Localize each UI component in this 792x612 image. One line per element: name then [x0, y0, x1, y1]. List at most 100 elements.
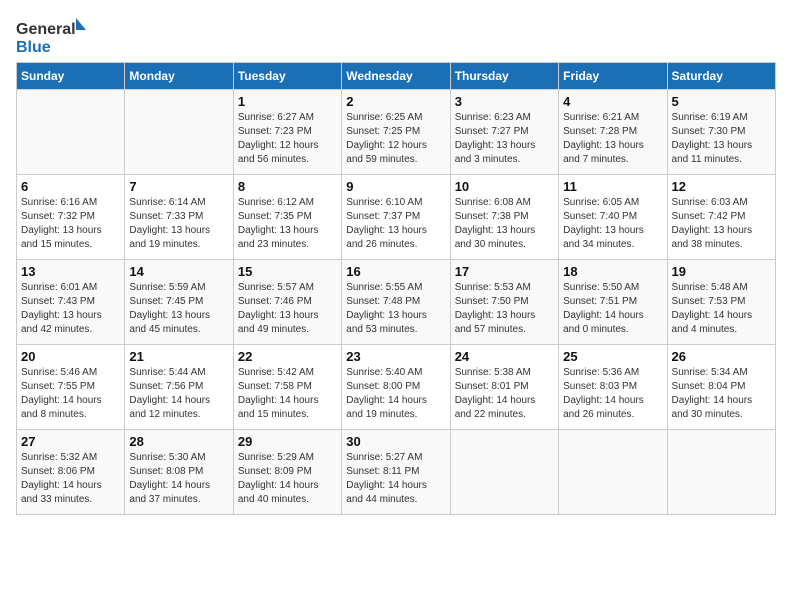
day-info: Sunrise: 5:42 AMSunset: 7:58 PMDaylight:… — [238, 366, 337, 422]
day-number: 29 — [238, 434, 337, 449]
day-info: Sunrise: 6:19 AMSunset: 7:30 PMDaylight:… — [672, 111, 771, 167]
day-number: 8 — [238, 179, 337, 194]
day-number: 7 — [129, 179, 228, 194]
calendar-cell: 25Sunrise: 5:36 AMSunset: 8:03 PMDayligh… — [559, 345, 667, 430]
day-info: Sunrise: 6:12 AMSunset: 7:35 PMDaylight:… — [238, 196, 337, 252]
day-number: 21 — [129, 349, 228, 364]
calendar-cell — [667, 430, 775, 515]
day-number: 24 — [455, 349, 554, 364]
day-number: 26 — [672, 349, 771, 364]
col-header-friday: Friday — [559, 63, 667, 90]
day-number: 23 — [346, 349, 445, 364]
day-number: 15 — [238, 264, 337, 279]
day-number: 12 — [672, 179, 771, 194]
calendar-cell: 9Sunrise: 6:10 AMSunset: 7:37 PMDaylight… — [342, 175, 450, 260]
day-number: 18 — [563, 264, 662, 279]
col-header-wednesday: Wednesday — [342, 63, 450, 90]
calendar-cell — [17, 90, 125, 175]
day-number: 3 — [455, 94, 554, 109]
day-number: 14 — [129, 264, 228, 279]
calendar-cell: 7 Sunrise: 6:14 AMSunset: 7:33 PMDaylight… — [125, 175, 233, 260]
day-info: Sunrise: 5:38 AMSunset: 8:01 PMDaylight:… — [455, 366, 554, 422]
calendar-cell: 6Sunrise: 6:16 AMSunset: 7:32 PMDaylight… — [17, 175, 125, 260]
day-info: Sunrise: 6:08 AMSunset: 7:38 PMDaylight:… — [455, 196, 554, 252]
day-number: 10 — [455, 179, 554, 194]
calendar-cell: 4 Sunrise: 6:21 AMSunset: 7:28 PMDaylight… — [559, 90, 667, 175]
day-info: Sunrise: 5:48 AMSunset: 7:53 PMDaylight:… — [672, 281, 771, 337]
day-info: Sunrise: 6:14 AMSunset: 7:33 PMDaylight:… — [129, 196, 228, 252]
col-header-thursday: Thursday — [450, 63, 558, 90]
svg-text:General: General — [16, 21, 76, 38]
calendar-week-3: 13Sunrise: 6:01 AMSunset: 7:43 PMDayligh… — [17, 260, 776, 345]
day-number: 19 — [672, 264, 771, 279]
day-info: Sunrise: 5:32 AMSunset: 8:06 PMDaylight:… — [21, 451, 120, 507]
calendar-cell — [125, 90, 233, 175]
calendar-cell: 14 Sunrise: 5:59 AMSunset: 7:45 PMDayligh… — [125, 260, 233, 345]
col-header-saturday: Saturday — [667, 63, 775, 90]
day-number: 16 — [346, 264, 445, 279]
day-info: Sunrise: 5:40 AMSunset: 8:00 PMDaylight:… — [346, 366, 445, 422]
day-info: Sunrise: 6:21 AMSunset: 7:28 PMDaylight:… — [563, 111, 662, 167]
day-info: Sunrise: 5:44 AMSunset: 7:56 PMDaylight:… — [129, 366, 228, 422]
calendar-week-4: 20 Sunrise: 5:46 AMSunset: 7:55 PMDayligh… — [17, 345, 776, 430]
page-header: GeneralBlue — [16, 16, 776, 56]
day-info: Sunrise: 5:34 AMSunset: 8:04 PMDaylight:… — [672, 366, 771, 422]
day-number: 28 — [129, 434, 228, 449]
day-info: Sunrise: 5:27 AMSunset: 8:11 PMDaylight:… — [346, 451, 445, 507]
day-number: 11 — [563, 179, 662, 194]
day-info: Sunrise: 6:16 AMSunset: 7:32 PMDaylight:… — [21, 196, 120, 252]
day-number: 4 — [563, 94, 662, 109]
calendar-week-1: 1Sunrise: 6:27 AMSunset: 7:23 PMDaylight… — [17, 90, 776, 175]
calendar-cell: 15 Sunrise: 5:57 AMSunset: 7:46 PMDayligh… — [233, 260, 341, 345]
day-info: Sunrise: 5:55 AMSunset: 7:48 PMDaylight:… — [346, 281, 445, 337]
calendar-cell: 30 Sunrise: 5:27 AMSunset: 8:11 PMDayligh… — [342, 430, 450, 515]
day-info: Sunrise: 5:59 AMSunset: 7:45 PMDaylight:… — [129, 281, 228, 337]
calendar-cell: 26 Sunrise: 5:34 AMSunset: 8:04 PMDayligh… — [667, 345, 775, 430]
calendar-cell: 27 Sunrise: 5:32 AMSunset: 8:06 PMDayligh… — [17, 430, 125, 515]
day-number: 27 — [21, 434, 120, 449]
calendar-cell: 20 Sunrise: 5:46 AMSunset: 7:55 PMDayligh… — [17, 345, 125, 430]
day-info: Sunrise: 6:05 AMSunset: 7:40 PMDaylight:… — [563, 196, 662, 252]
calendar-cell: 2 Sunrise: 6:25 AMSunset: 7:25 PMDaylight… — [342, 90, 450, 175]
day-number: 5 — [672, 94, 771, 109]
calendar-cell: 16 Sunrise: 5:55 AMSunset: 7:48 PMDayligh… — [342, 260, 450, 345]
calendar-cell: 19 Sunrise: 5:48 AMSunset: 7:53 PMDayligh… — [667, 260, 775, 345]
calendar-cell: 13Sunrise: 6:01 AMSunset: 7:43 PMDayligh… — [17, 260, 125, 345]
day-info: Sunrise: 6:23 AMSunset: 7:27 PMDaylight:… — [455, 111, 554, 167]
calendar-cell: 23 Sunrise: 5:40 AMSunset: 8:00 PMDayligh… — [342, 345, 450, 430]
calendar-cell: 24 Sunrise: 5:38 AMSunset: 8:01 PMDayligh… — [450, 345, 558, 430]
calendar-cell: 3 Sunrise: 6:23 AMSunset: 7:27 PMDaylight… — [450, 90, 558, 175]
calendar-cell: 21 Sunrise: 5:44 AMSunset: 7:56 PMDayligh… — [125, 345, 233, 430]
calendar-header: SundayMondayTuesdayWednesdayThursdayFrid… — [17, 63, 776, 90]
day-info: Sunrise: 5:30 AMSunset: 8:08 PMDaylight:… — [129, 451, 228, 507]
day-info: Sunrise: 5:36 AMSunset: 8:03 PMDaylight:… — [563, 366, 662, 422]
calendar-cell — [450, 430, 558, 515]
day-number: 2 — [346, 94, 445, 109]
day-info: Sunrise: 5:50 AMSunset: 7:51 PMDaylight:… — [563, 281, 662, 337]
day-number: 9 — [346, 179, 445, 194]
calendar-cell — [559, 430, 667, 515]
day-info: Sunrise: 6:03 AMSunset: 7:42 PMDaylight:… — [672, 196, 771, 252]
day-info: Sunrise: 5:53 AMSunset: 7:50 PMDaylight:… — [455, 281, 554, 337]
day-number: 20 — [21, 349, 120, 364]
calendar-cell: 18 Sunrise: 5:50 AMSunset: 7:51 PMDayligh… — [559, 260, 667, 345]
calendar-week-5: 27 Sunrise: 5:32 AMSunset: 8:06 PMDayligh… — [17, 430, 776, 515]
calendar-cell: 29 Sunrise: 5:29 AMSunset: 8:09 PMDayligh… — [233, 430, 341, 515]
day-info: Sunrise: 6:25 AMSunset: 7:25 PMDaylight:… — [346, 111, 445, 167]
day-info: Sunrise: 5:46 AMSunset: 7:55 PMDaylight:… — [21, 366, 120, 422]
calendar-body: 1Sunrise: 6:27 AMSunset: 7:23 PMDaylight… — [17, 90, 776, 515]
day-number: 1 — [238, 94, 337, 109]
col-header-monday: Monday — [125, 63, 233, 90]
day-number: 22 — [238, 349, 337, 364]
day-info: Sunrise: 5:57 AMSunset: 7:46 PMDaylight:… — [238, 281, 337, 337]
calendar-cell: 5 Sunrise: 6:19 AMSunset: 7:30 PMDaylight… — [667, 90, 775, 175]
day-number: 30 — [346, 434, 445, 449]
col-header-sunday: Sunday — [17, 63, 125, 90]
calendar-cell: 8 Sunrise: 6:12 AMSunset: 7:35 PMDaylight… — [233, 175, 341, 260]
day-number: 17 — [455, 264, 554, 279]
day-info: Sunrise: 6:01 AMSunset: 7:43 PMDaylight:… — [21, 281, 120, 337]
day-info: Sunrise: 5:29 AMSunset: 8:09 PMDaylight:… — [238, 451, 337, 507]
calendar-cell: 11 Sunrise: 6:05 AMSunset: 7:40 PMDayligh… — [559, 175, 667, 260]
calendar-cell: 10 Sunrise: 6:08 AMSunset: 7:38 PMDayligh… — [450, 175, 558, 260]
calendar-cell: 17 Sunrise: 5:53 AMSunset: 7:50 PMDayligh… — [450, 260, 558, 345]
